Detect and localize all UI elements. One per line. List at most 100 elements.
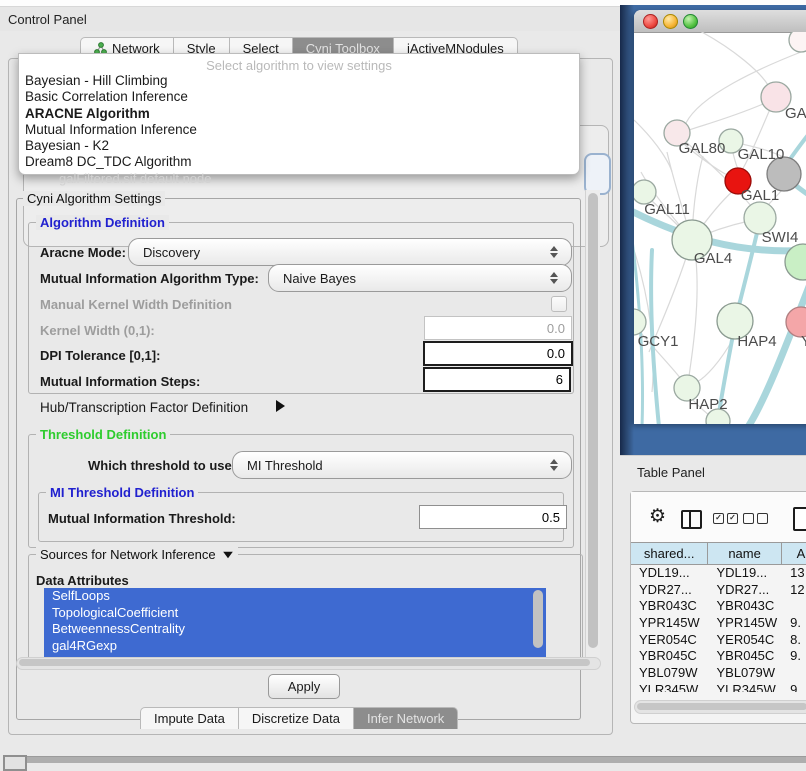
which-threshold-label: Which threshold to use:: [88, 458, 236, 473]
sources-group-title: Sources for Network Inference: [36, 547, 238, 562]
table-cell: YPR145W: [708, 615, 782, 630]
mi-type-value: Naive Bayes: [283, 271, 356, 286]
table-panel-titlebar: Table Panel: [620, 455, 806, 489]
dpi-tolerance-field[interactable]: 0.0: [423, 341, 573, 366]
table-horizontal-scrollbar-thumb[interactable]: [637, 703, 806, 710]
dropdown-placeholder: Select algorithm to view settings: [19, 54, 579, 73]
attribute-list-item[interactable]: gal4RGexp: [44, 638, 546, 655]
network-node-label: GAL1: [741, 187, 779, 204]
clear-all-checkboxes-icon[interactable]: [743, 513, 768, 524]
mi-threshold-field[interactable]: 0.5: [419, 505, 567, 529]
dropdown-item[interactable]: Bayesian - Hill Climbing: [19, 73, 579, 89]
table-row[interactable]: YBL079WYBL079W: [631, 664, 806, 681]
dropdown-item[interactable]: Basic Correlation Inference: [19, 89, 579, 105]
minimize-window-icon[interactable]: [663, 14, 678, 29]
apply-button[interactable]: Apply: [268, 674, 340, 699]
mi-threshold-label: Mutual Information Threshold:: [48, 511, 236, 526]
dpi-tolerance-label: DPI Tolerance [0,1]:: [40, 348, 160, 363]
column-header-2[interactable]: name: [708, 543, 782, 564]
table-cell: YBR043C: [631, 598, 708, 613]
data-attributes-label: Data Attributes: [36, 573, 129, 588]
zoom-window-icon[interactable]: [683, 14, 698, 29]
attribute-list-item[interactable]: TopologicalCoefficient: [44, 605, 546, 622]
attribute-list-item[interactable]: SelfLoops: [44, 588, 546, 605]
algorithm-dropdown-popup: Select algorithm to view settings Bayesi…: [18, 53, 580, 175]
aracne-mode-combobox[interactable]: Discovery: [128, 238, 572, 266]
select-all-checkboxes-icon[interactable]: ✓✓: [713, 513, 738, 524]
bottom-corner-button[interactable]: [3, 755, 27, 771]
table-cell: 12: [782, 582, 806, 597]
expand-arrow-icon[interactable]: [276, 400, 285, 412]
table-cell: YDR27...: [708, 582, 782, 597]
network-edge: [689, 260, 697, 376]
tab-label: Discretize Data: [252, 711, 340, 726]
table-row[interactable]: YBR043CYBR043C: [631, 597, 806, 614]
table-cell: YLR345W: [708, 682, 782, 692]
algorithm-dropdown-list: Bayesian - Hill ClimbingBasic Correlatio…: [19, 73, 579, 171]
column-layout-icon[interactable]: [681, 510, 702, 529]
table-row[interactable]: YER054CYER054C8.: [631, 631, 806, 648]
algorithm-combo-edge[interactable]: [584, 153, 611, 195]
mi-steps-label: Mutual Information Steps:: [40, 374, 200, 389]
network-window-titlebar[interactable]: [634, 10, 806, 33]
tab-infer-network[interactable]: Infer Network: [353, 707, 458, 729]
close-window-icon[interactable]: [643, 14, 658, 29]
column-header-3[interactable]: A: [782, 543, 806, 564]
table-row[interactable]: YLR345WYLR345W9.: [631, 681, 806, 692]
dropdown-item[interactable]: Mutual Information Inference: [19, 122, 579, 138]
document-icon[interactable]: [793, 507, 806, 531]
network-node-label: GAL80: [679, 140, 726, 157]
table-body[interactable]: YDL19...YDL19...13YDR27...YDR27...12YBR0…: [631, 564, 806, 692]
stepper-arrows-icon: [550, 246, 558, 258]
attribute-list-item[interactable]: BetweennessCentrality: [44, 621, 546, 638]
network-node[interactable]: [634, 309, 646, 335]
mi-type-combobox[interactable]: Naive Bayes: [268, 264, 572, 292]
column-header-1[interactable]: shared...: [631, 543, 708, 564]
dropdown-item[interactable]: Bayesian - K2: [19, 138, 579, 154]
settings-vertical-scrollbar-thumb[interactable]: [588, 193, 598, 648]
table-cell: YPR145W: [631, 615, 708, 630]
table-row[interactable]: YPR145WYPR145W9.: [631, 614, 806, 631]
attribute-list-scrollbar[interactable]: [533, 590, 543, 648]
dropdown-item[interactable]: ARACNE Algorithm: [19, 106, 579, 122]
tab-impute-data[interactable]: Impute Data: [140, 707, 238, 729]
collapse-arrow-icon[interactable]: [223, 551, 233, 557]
table-cell: 8.: [782, 632, 806, 647]
network-window: GALGAL80GAL10GAL1GAL11SWI4GAL4GCY1HAP4YH…: [634, 10, 806, 424]
tab-discretize-data[interactable]: Discretize Data: [238, 707, 353, 729]
table-panel: ⚙ ✓✓ shared...nameA YDL19...YDL19...13YD…: [630, 491, 806, 724]
settings-vertical-scrollbar-track[interactable]: [585, 190, 600, 668]
table-header-row[interactable]: shared...nameA: [631, 542, 806, 565]
settings-group-title: Cyni Algorithm Settings: [23, 191, 165, 206]
table-horizontal-scrollbar-track[interactable]: [634, 700, 806, 714]
settings-horizontal-scrollbar-thumb[interactable]: [19, 659, 590, 666]
stepper-arrows-icon: [550, 459, 558, 471]
gear-icon[interactable]: ⚙: [649, 505, 666, 528]
mi-steps-field[interactable]: 6: [423, 367, 571, 392]
table-row[interactable]: YDL19...YDL19...13: [631, 564, 806, 581]
table-cell: YER054C: [708, 632, 782, 647]
kernel-width-field[interactable]: 0.0: [424, 316, 572, 340]
algorithm-definition-title: Algorithm Definition: [36, 215, 169, 230]
data-attributes-list[interactable]: SelfLoopsTopologicalCoefficientBetweenne…: [44, 588, 546, 657]
manual-kernel-checkbox[interactable]: [551, 296, 567, 312]
network-edge: [700, 32, 768, 85]
threshold-definition-title: Threshold Definition: [36, 427, 170, 442]
network-node-label: GAL: [785, 105, 806, 122]
table-cell: YBR045C: [631, 648, 708, 663]
network-canvas[interactable]: GALGAL80GAL10GAL1GAL11SWI4GAL4GCY1HAP4YH…: [634, 32, 806, 424]
network-node[interactable]: [789, 32, 806, 52]
table-cell: YDL19...: [631, 565, 708, 580]
table-cell: YDL19...: [708, 565, 782, 580]
table-row[interactable]: YDR27...YDR27...12: [631, 581, 806, 598]
dropdown-item[interactable]: Dream8 DC_TDC Algorithm: [19, 154, 579, 170]
network-node-label: GAL4: [694, 250, 732, 267]
settings-horizontal-scrollbar-track[interactable]: [16, 657, 601, 670]
table-cell: YBR043C: [708, 598, 782, 613]
which-threshold-combobox[interactable]: MI Threshold: [232, 451, 572, 479]
network-node-label: SWI4: [762, 229, 799, 246]
tab-label: Infer Network: [367, 711, 444, 726]
panel-title: Control Panel: [8, 12, 87, 27]
table-row[interactable]: YBR045CYBR045C9.: [631, 647, 806, 664]
aracne-mode-label: Aracne Mode:: [40, 245, 126, 260]
